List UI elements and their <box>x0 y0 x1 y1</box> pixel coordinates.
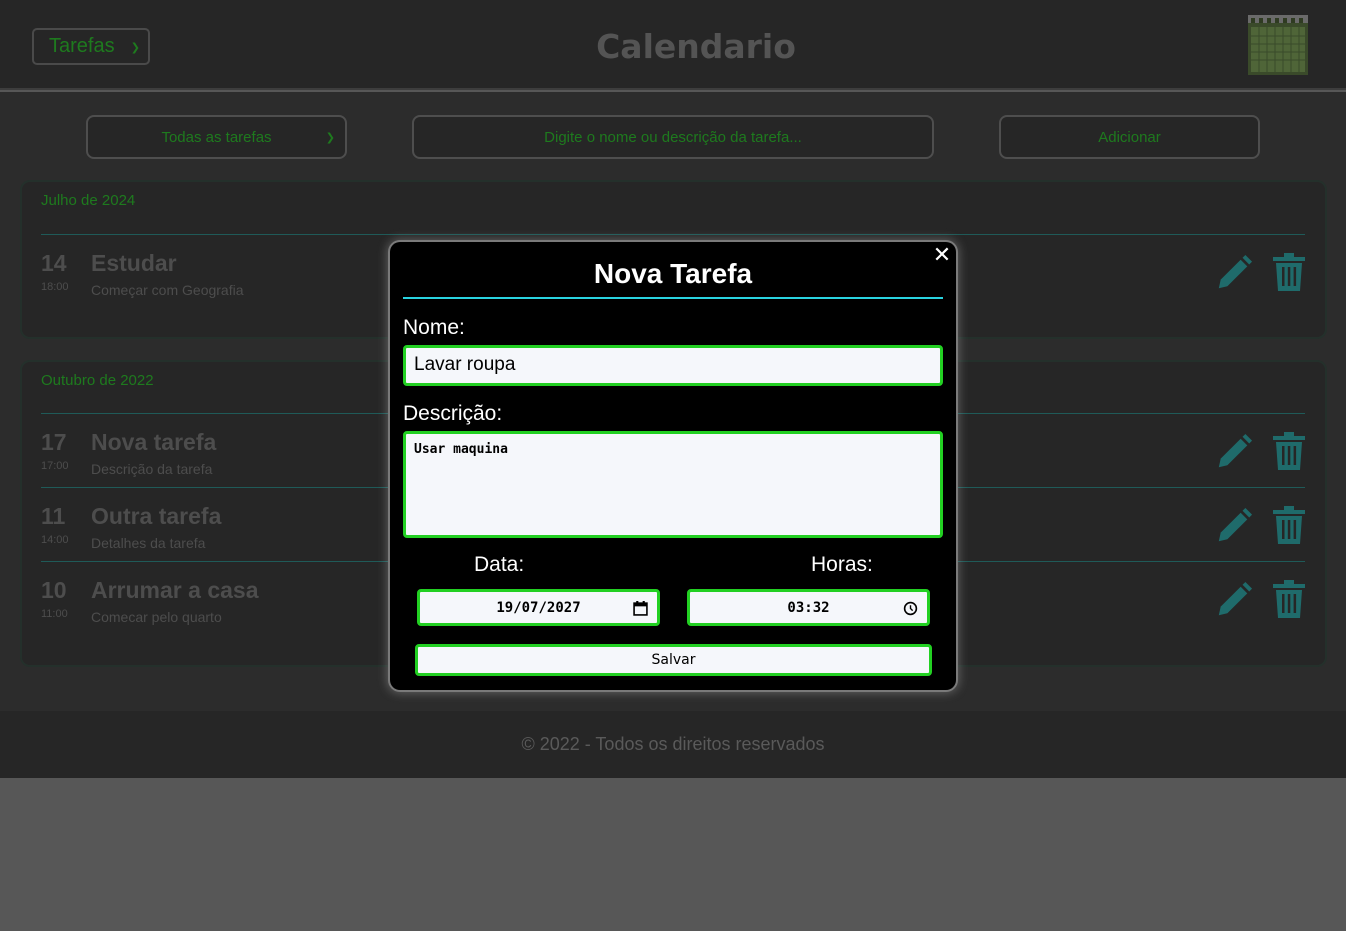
pencil-icon[interactable] <box>1215 433 1253 471</box>
task-name: Estudar <box>91 250 177 276</box>
hours-label: Horas: <box>811 553 873 576</box>
task-time: 18:00 <box>41 281 69 293</box>
date-value: 19/07/2027 <box>496 599 581 616</box>
add-button[interactable]: Adicionar <box>999 115 1260 159</box>
date-field[interactable]: 19/07/2027 <box>417 589 660 626</box>
divider <box>403 297 943 299</box>
trash-icon[interactable] <box>1273 432 1305 470</box>
task-day: 10 <box>41 577 67 603</box>
pencil-icon[interactable] <box>1215 254 1253 292</box>
description-label: Descrição: <box>403 402 503 425</box>
new-task-modal: ✕ Nova Tarefa Nome: Lavar roupa Descriçã… <box>390 242 956 690</box>
task-name: Arrumar a casa <box>91 577 259 603</box>
trash-icon[interactable] <box>1273 580 1305 618</box>
name-field[interactable]: Lavar roupa <box>403 345 943 386</box>
hours-field[interactable]: 03:32 <box>687 589 930 626</box>
save-button[interactable]: Salvar <box>415 644 932 676</box>
task-day: 11 <box>41 503 66 529</box>
task-description: Começar com Geografia <box>91 282 244 298</box>
task-name: Outra tarefa <box>91 503 222 529</box>
month-title: Outubro de 2022 <box>41 372 154 389</box>
pencil-icon[interactable] <box>1215 581 1253 619</box>
task-time: 14:00 <box>41 534 69 546</box>
clock-icon[interactable] <box>903 601 918 616</box>
page-footer: © 2022 - Todos os direitos reservados <box>0 711 1346 778</box>
trash-icon[interactable] <box>1273 253 1305 291</box>
task-filter-select[interactable]: Todas as tarefas ❯ <box>86 115 347 159</box>
task-description: Detalhes da tarefa <box>91 535 206 551</box>
calendar-icon <box>1248 15 1308 75</box>
calendar-icon[interactable] <box>633 601 648 616</box>
task-filter-value: Todas as tarefas <box>161 128 272 146</box>
task-name: Nova tarefa <box>91 429 217 455</box>
task-time: 17:00 <box>41 460 69 472</box>
task-description: Descrição da tarefa <box>91 461 213 477</box>
date-label: Data: <box>474 553 525 576</box>
page-title: Calendario <box>596 27 796 66</box>
modal-title: Nova Tarefa <box>593 258 753 289</box>
search-placeholder: Digite o nome ou descrição da tarefa... <box>544 128 802 146</box>
month-title: Julho de 2024 <box>41 192 136 209</box>
app-header: Tarefas ❯ Calendario <box>0 0 1346 90</box>
description-field[interactable]: Usar maquina <box>403 431 943 538</box>
search-input[interactable]: Digite o nome ou descrição da tarefa... <box>412 115 934 159</box>
task-time: 11:00 <box>41 608 68 620</box>
task-day: 17 <box>41 429 67 455</box>
trash-icon[interactable] <box>1273 506 1305 544</box>
footer-text: © 2022 - Todos os direitos reservados <box>521 734 825 754</box>
chevron-down-icon: ❯ <box>325 132 335 144</box>
task-description: Comecar pelo quarto <box>91 609 222 625</box>
pencil-icon[interactable] <box>1215 507 1253 545</box>
task-day: 14 <box>41 250 67 276</box>
name-label: Nome: <box>403 316 465 339</box>
hours-value: 03:32 <box>787 599 830 616</box>
